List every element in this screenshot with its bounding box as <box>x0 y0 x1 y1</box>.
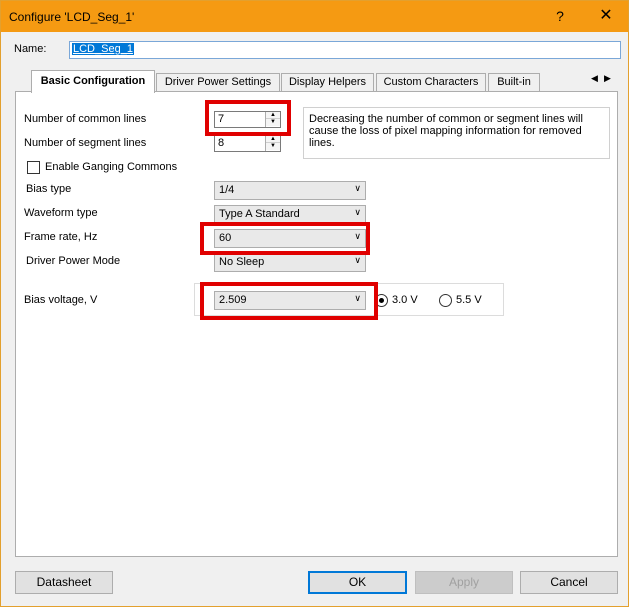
window-title: Configure 'LCD_Seg_1' <box>9 10 135 24</box>
segment-lines-spinner[interactable]: 8 ▲ ▼ <box>214 135 281 152</box>
common-lines-label: Number of common lines <box>24 113 147 125</box>
bias-voltage-value: 2.509 <box>219 294 247 306</box>
bias-voltage-label: Bias voltage, V <box>24 294 98 306</box>
apply-button[interactable]: Apply <box>415 571 513 594</box>
datasheet-button[interactable]: Datasheet <box>15 571 113 594</box>
info-message: Decreasing the number of common or segme… <box>303 107 610 159</box>
bias-voltage-select[interactable]: 2.509 ∨ <box>214 291 366 310</box>
ok-button[interactable]: OK <box>308 571 407 594</box>
bias-type-label: Bias type <box>26 183 72 195</box>
tab-built-in[interactable]: Built-in <box>488 73 540 92</box>
spinner-arrows: ▲ ▼ <box>265 112 280 127</box>
title-bar[interactable]: Configure 'LCD_Seg_1' ? ✕ <box>1 1 628 32</box>
bias-type-select[interactable]: 1/4 ∨ <box>214 181 366 200</box>
tab-scroll-left-icon[interactable]: ◀ <box>591 73 598 84</box>
frame-rate-value: 60 <box>219 232 232 244</box>
spin-up-icon[interactable]: ▲ <box>266 136 280 143</box>
common-lines-value: 7 <box>218 113 225 125</box>
spin-up-icon[interactable]: ▲ <box>266 112 280 119</box>
chevron-down-icon: ∨ <box>354 207 361 217</box>
driver-power-mode-select[interactable]: No Sleep ∨ <box>214 253 366 272</box>
waveform-type-select[interactable]: Type A Standard ∨ <box>214 205 366 224</box>
segment-lines-label: Number of segment lines <box>24 137 147 149</box>
chevron-down-icon: ∨ <box>354 231 361 241</box>
radio-5v5[interactable] <box>439 294 452 307</box>
ganging-checkbox[interactable] <box>27 161 40 174</box>
tab-custom-characters[interactable]: Custom Characters <box>376 73 486 92</box>
frame-rate-label: Frame rate, Hz <box>24 231 98 243</box>
tab-basic-configuration[interactable]: Basic Configuration <box>31 70 155 93</box>
tab-scroll-right-icon[interactable]: ▶ <box>604 73 611 84</box>
chevron-down-icon: ∨ <box>354 255 361 265</box>
cancel-button[interactable]: Cancel <box>520 571 618 594</box>
tab-display-helpers[interactable]: Display Helpers <box>281 73 374 92</box>
close-icon[interactable]: ✕ <box>591 5 621 27</box>
bias-type-value: 1/4 <box>219 184 235 196</box>
basic-configuration-panel: Number of common lines 7 ▲ ▼ Number of s… <box>15 91 618 557</box>
driver-power-mode-value: No Sleep <box>219 256 265 268</box>
ganging-label: Enable Ganging Commons <box>45 161 178 173</box>
segment-lines-value: 8 <box>218 137 225 149</box>
radio-3v-label: 3.0 V <box>392 294 418 306</box>
waveform-type-label: Waveform type <box>24 207 98 219</box>
spin-down-icon[interactable]: ▼ <box>266 143 280 150</box>
chevron-down-icon: ∨ <box>354 293 361 303</box>
name-value: LCD_Seg_1 <box>72 43 134 55</box>
name-input[interactable]: LCD_Seg_1 <box>69 41 621 59</box>
radio-5v5-label: 5.5 V <box>456 294 482 306</box>
spinner-arrows: ▲ ▼ <box>265 136 280 151</box>
common-lines-spinner[interactable]: 7 ▲ ▼ <box>214 111 281 128</box>
chevron-down-icon: ∨ <box>354 183 361 193</box>
spin-down-icon[interactable]: ▼ <box>266 119 280 126</box>
help-icon[interactable]: ? <box>545 5 575 27</box>
frame-rate-select[interactable]: 60 ∨ <box>214 229 366 248</box>
name-label: Name: <box>14 43 47 55</box>
tab-driver-power-settings[interactable]: Driver Power Settings <box>156 73 280 92</box>
configure-dialog: Configure 'LCD_Seg_1' ? ✕ Name: LCD_Seg_… <box>0 0 629 607</box>
driver-power-mode-label: Driver Power Mode <box>26 255 121 267</box>
radio-3v[interactable] <box>375 294 388 307</box>
waveform-type-value: Type A Standard <box>219 208 300 220</box>
